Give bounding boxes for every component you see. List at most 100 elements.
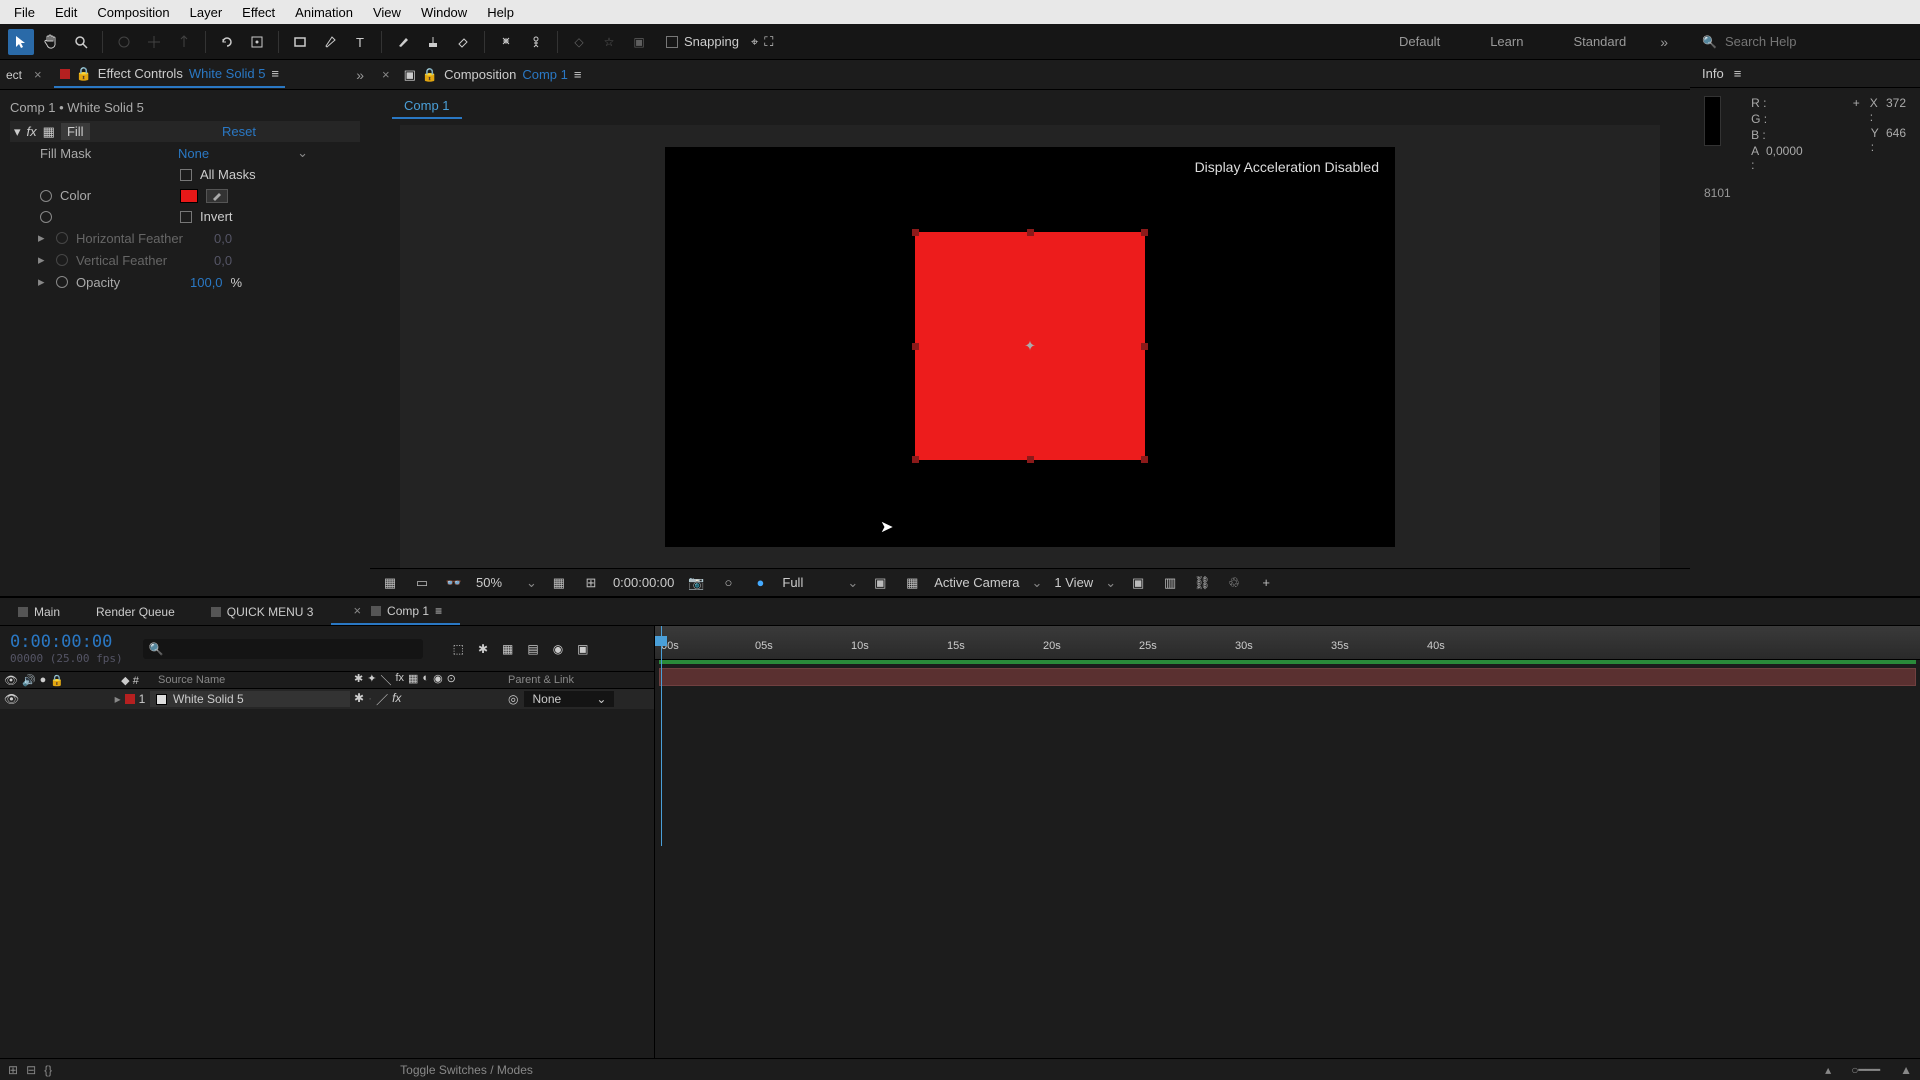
views-select[interactable]: 1 View⌄ [1054, 575, 1116, 591]
tl-btn-icon[interactable]: ▣ [577, 642, 588, 656]
3d-tool-2[interactable]: ☆ [596, 29, 622, 55]
close-icon[interactable]: × [349, 603, 365, 618]
resize-handle[interactable] [912, 343, 919, 350]
collapse-icon[interactable]: » [356, 67, 364, 83]
type-tool[interactable]: T [347, 29, 373, 55]
sw-icon[interactable]: ⊙ [447, 672, 456, 688]
search-help[interactable]: 🔍 [1692, 34, 1912, 49]
zoom-tool[interactable] [68, 29, 94, 55]
color-mgmt-icon[interactable]: ● [750, 575, 770, 590]
3d-tool-1[interactable]: ◇ [566, 29, 592, 55]
search-input[interactable] [1725, 34, 1885, 49]
zoom-select[interactable]: 50%⌄ [476, 575, 537, 591]
color-swatch[interactable] [180, 189, 198, 203]
panel-menu-icon[interactable]: ≡ [1734, 66, 1742, 81]
snapping-checkbox[interactable] [666, 36, 678, 48]
stopwatch-icon[interactable] [56, 254, 68, 266]
work-area-bar[interactable] [659, 660, 1916, 664]
ws-more-icon[interactable]: » [1660, 34, 1668, 50]
ws-learn[interactable]: Learn [1490, 34, 1523, 49]
selected-solid[interactable]: ✦ [915, 232, 1145, 460]
comp-tab[interactable]: ▣ 🔒 Composition Comp 1 ≡ [404, 67, 582, 83]
menu-window[interactable]: Window [411, 1, 477, 24]
snap-bounds-icon[interactable]: ⛶ [764, 34, 773, 50]
viewer-time[interactable]: 0:00:00:00 [613, 575, 674, 590]
alpha-icon[interactable]: ▦ [380, 575, 400, 591]
fx-enable-icon[interactable]: fx [27, 124, 37, 139]
panel-menu-icon[interactable]: ≡ [574, 67, 582, 82]
pickwhip-icon[interactable]: ◎ [508, 692, 518, 706]
snapshot-icon[interactable]: 📷 [686, 575, 706, 591]
menu-composition[interactable]: Composition [87, 1, 179, 24]
opacity-value[interactable]: 100,0 [190, 275, 223, 290]
ec-prev-tab[interactable]: ect [6, 68, 22, 82]
roto-tool[interactable] [493, 29, 519, 55]
resize-handle[interactable] [912, 456, 919, 463]
nav-icon[interactable]: ▲ [1900, 1063, 1912, 1077]
pen-tool[interactable] [317, 29, 343, 55]
timecode[interactable]: 0:00:00:00 [10, 632, 123, 652]
timeline-layer-row[interactable]: 👁 ▸1 White Solid 5 ✱ · ／ fx ◎ None⌄ [0, 689, 654, 709]
stopwatch-icon[interactable] [56, 276, 68, 288]
anchor-point-icon[interactable]: ✦ [1024, 337, 1036, 354]
panel-menu-icon[interactable]: ≡ [271, 66, 279, 81]
sw-collapse-icon[interactable]: · [368, 691, 372, 708]
tl-btn-icon[interactable]: ▦ [502, 642, 513, 656]
view-opt-icon[interactable]: + [1256, 575, 1276, 590]
grid-icon[interactable]: ▦ [549, 575, 569, 591]
sw-icon[interactable]: fx [395, 672, 404, 688]
view-opt-icon[interactable]: ⛓ [1192, 575, 1212, 591]
tl-btn-icon[interactable]: ▤ [527, 642, 538, 656]
footer-icon[interactable]: ⊞ [8, 1063, 18, 1077]
resize-handle[interactable] [1141, 229, 1148, 236]
menu-view[interactable]: View [363, 1, 411, 24]
menu-file[interactable]: File [4, 1, 45, 24]
fx-header[interactable]: ▾ fx ▦ Fill Reset [10, 121, 360, 142]
tl-tab-comp1[interactable]: ×Comp 1≡ [331, 598, 460, 625]
twirl-icon[interactable]: ▾ [14, 124, 21, 140]
anchor-tool[interactable] [244, 29, 270, 55]
view-opt-icon[interactable]: ▥ [1160, 575, 1180, 591]
hand-tool[interactable] [38, 29, 64, 55]
stopwatch-icon[interactable] [56, 232, 68, 244]
h-feather-value[interactable]: 0,0 [214, 231, 232, 246]
layer-visibility-icon[interactable]: 👁 [4, 692, 19, 706]
resize-handle[interactable] [1027, 456, 1034, 463]
current-time-indicator[interactable] [661, 626, 662, 846]
twirl-icon[interactable]: ▸ [38, 274, 48, 290]
twirl-icon[interactable]: ▸ [38, 230, 48, 246]
view-opt-icon[interactable]: ♲ [1224, 575, 1244, 591]
fill-mask-value[interactable]: None [178, 146, 209, 161]
composition-canvas[interactable]: Display Acceleration Disabled ✦ ➤ [665, 147, 1395, 547]
layer-label-icon[interactable] [125, 694, 135, 704]
sw-icon[interactable]: ✦ [367, 672, 376, 688]
twirl-icon[interactable]: ▸ [38, 252, 48, 268]
channel-icon[interactable]: ○ [718, 575, 738, 590]
resize-handle[interactable] [1141, 456, 1148, 463]
tl-btn-icon[interactable]: ◉ [553, 642, 563, 656]
3d-tool-3[interactable]: ▣ [626, 29, 652, 55]
sw-shy-icon[interactable]: ✱ [354, 691, 364, 708]
footer-icon[interactable]: ⊟ [26, 1063, 36, 1077]
panel-menu-icon[interactable]: ≡ [435, 604, 442, 618]
dolly-tool[interactable] [171, 29, 197, 55]
sw-icon[interactable]: ✱ [354, 672, 363, 688]
resize-handle[interactable] [1027, 229, 1034, 236]
menu-animation[interactable]: Animation [285, 1, 363, 24]
menu-help[interactable]: Help [477, 1, 524, 24]
invert-checkbox[interactable] [180, 211, 192, 223]
rotation-tool[interactable] [214, 29, 240, 55]
tl-btn-icon[interactable]: ✱ [478, 642, 488, 656]
dropdown-icon[interactable]: ⌄ [297, 145, 308, 161]
resize-handle[interactable] [912, 229, 919, 236]
tl-tab-render[interactable]: Render Queue [78, 598, 193, 625]
ec-tab[interactable]: 🔒 Effect Controls White Solid 5 ≡ [54, 62, 285, 88]
info-title[interactable]: Info [1702, 66, 1724, 81]
ws-default[interactable]: Default [1399, 34, 1440, 49]
tl-tab-quick[interactable]: QUICK MENU 3 [193, 598, 332, 625]
lock-col-icon[interactable]: 🔒 [50, 674, 64, 687]
sw-fx-icon[interactable]: fx [392, 691, 401, 708]
rectangle-tool[interactable] [287, 29, 313, 55]
sw-icon[interactable]: ◐ [422, 672, 429, 688]
footer-icon[interactable]: {} [44, 1063, 52, 1077]
